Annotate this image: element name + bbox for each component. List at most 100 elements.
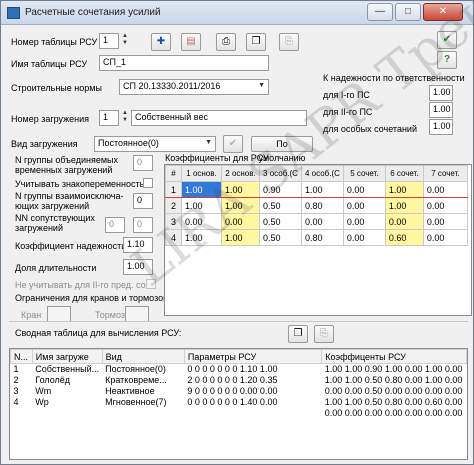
minimize-button[interactable]: — (367, 3, 393, 21)
coef-cell[interactable]: 0.00 (301, 213, 344, 230)
reliability-value-2[interactable]: 1.00 (429, 102, 453, 118)
summary-col-header[interactable]: N... (10, 349, 33, 364)
title-bar: Расчетные сочетания усилий — □ ✕ (1, 1, 473, 25)
summary-row[interactable]: 1 Собственный... Постоянное(0) 0 0 0 0 0… (11, 364, 467, 375)
coef-col-header[interactable]: 6 сочет. (384, 165, 424, 182)
nn-label: NN сопутствующих загружений (15, 213, 95, 233)
crane-group-label: Ограничения для кранов и тормозов (15, 293, 168, 303)
apply-check-icon[interactable]: ✔ (223, 135, 243, 153)
summary-col-header[interactable]: Вид (101, 349, 185, 364)
summary-cell-name: Wm (35, 386, 52, 396)
dialog-window: Расчетные сочетания усилий — □ ✕ Номер т… (0, 0, 474, 465)
duration-label: Доля длительности (15, 263, 97, 273)
coef-cell[interactable]: 0.00 (422, 229, 468, 246)
crane-field[interactable] (47, 306, 71, 322)
summary-cell-type (102, 408, 184, 419)
load-name-field[interactable]: Собственный вес (131, 110, 307, 126)
summary-row[interactable]: 2 Гололёд Кратковреме... 2 0 0 0 0 0 0 1… (11, 375, 467, 386)
summary-cell-params: 9 0 0 0 0 0 0 0.00 0.00 (187, 386, 278, 396)
summary-col-header[interactable]: Коэффиценты РСУ (321, 349, 467, 364)
crane-label: Кран (21, 310, 42, 320)
summary-cell-coefs: 0.00 0.00 0.00 0.00 0.00 0.00 0.00 (324, 408, 463, 418)
load-number-field[interactable]: 1 (99, 110, 119, 126)
summary-cell-n: 1 (13, 364, 19, 375)
n-groups-field[interactable]: 0 (133, 155, 153, 171)
coef-col-header[interactable]: 5 сочет. (342, 165, 386, 182)
load-type-label: Вид загружения (11, 139, 78, 149)
brake-field[interactable] (125, 306, 149, 322)
delete-icon[interactable]: ▤ (181, 33, 201, 51)
summary-cell-coefs: 1.00 1.00 0.50 0.80 0.00 1.00 0.00 (324, 375, 463, 385)
coef-cell[interactable]: 0.00 (342, 229, 386, 246)
summary-row[interactable]: 0.00 0.00 0.00 0.00 0.00 0.00 0.00 (11, 408, 467, 419)
coef-cell[interactable]: 0.00 (384, 213, 424, 230)
summary-col-header[interactable]: Имя загруже (31, 349, 103, 364)
copy-icon[interactable]: ❐ (246, 33, 266, 51)
summary-cell-name: Собственный... (35, 364, 100, 375)
summary-cell-params: 0 0 0 0 0 0 0 1.40 0.00 (187, 397, 278, 407)
app-icon (7, 7, 20, 19)
summary-cell-type: Кратковреме... (105, 375, 167, 385)
norms-select[interactable]: СП 20.13330.2011/2016 ▼ (119, 79, 269, 95)
coef-cell[interactable]: 0.50 (259, 229, 302, 246)
coef-cell[interactable]: 0.00 (422, 197, 468, 214)
coef-cell[interactable]: 0.80 (301, 197, 344, 214)
summary-cell-type: Постоянное(0) (105, 364, 166, 375)
summary-cell-n: 2 (13, 375, 19, 385)
coef-cell[interactable]: 1.00 (301, 181, 344, 198)
load-type-select[interactable]: Постоянное(0) ▼ (94, 136, 216, 152)
print-icon[interactable]: ⎙ (216, 33, 236, 51)
nn-field-1[interactable]: 0 (105, 217, 125, 233)
chevron-down-icon: ▼ (205, 139, 212, 146)
summary-header: N... Имя загруже Вид Параметры РСУ Коэфф… (10, 349, 467, 364)
divider (9, 321, 468, 322)
coef-cell[interactable]: 0.00 (342, 181, 386, 198)
coef-col-header[interactable]: 7 сочет. (422, 165, 468, 182)
coef-cell[interactable]: 0.80 (301, 229, 344, 246)
sign-label: Учитывать знакопеременность (15, 179, 145, 189)
sign-checkbox[interactable] (143, 178, 153, 188)
coef-cell[interactable]: 0.60 (384, 229, 424, 246)
summary-cell-name: Гололёд (35, 375, 71, 385)
summary-title: Сводная таблица для вычисления РСУ: (15, 328, 182, 338)
reliability-coef-label: Коэффициент надежности (15, 241, 127, 251)
summary-cell-type: Мгновенное(7) (105, 397, 167, 407)
table-number-field[interactable]: 1 (99, 33, 119, 49)
n-groups-label: N группы объединяемых временных загружен… (15, 155, 118, 175)
summary-table: N... Имя загруже Вид Параметры РСУ Коэфф… (9, 348, 468, 460)
table-name-label: Имя таблицы РСУ (11, 59, 88, 69)
summary-cell-coefs: 0.00 0.00 0.50 0.00 0.00 0.00 0.00 (324, 386, 463, 396)
paste-icon[interactable]: ⎘ (279, 33, 299, 51)
n-mutual-field[interactable]: 0 (133, 193, 153, 209)
summary-cell-name (32, 408, 102, 419)
summary-cell-n: 3 (13, 386, 19, 396)
summary-col-header[interactable]: Параметры РСУ (183, 349, 323, 364)
coef-cell[interactable]: 0.00 (422, 213, 468, 230)
reliability-value-1[interactable]: 1.00 (429, 85, 453, 101)
n-mutual-label: N группы взаимоисключа-ющих загружений (15, 191, 124, 211)
coef-cell[interactable]: 0.50 (259, 213, 302, 230)
coef-cell[interactable]: 1.00 (384, 181, 424, 198)
load-number-spinner[interactable]: ▲ ▼ (121, 110, 129, 126)
table-name-field[interactable]: СП_1 (99, 55, 269, 71)
reliability-value-3[interactable]: 1.00 (429, 119, 453, 135)
load-number-label: Номер загружения (11, 114, 90, 124)
table-number-spinner[interactable]: ▲ ▼ (121, 33, 129, 49)
load-type-value: Постоянное(0) (98, 138, 159, 148)
coef-cell[interactable]: 0.00 (342, 197, 386, 214)
coef-cell[interactable]: 0.00 (422, 181, 468, 198)
summary-cell-type: Неактивное (105, 386, 155, 396)
brake-label: Тормоз (95, 310, 126, 320)
paste-table-icon[interactable]: ⎘ (314, 325, 334, 343)
summary-row[interactable]: 4 Wp Мгновенное(7) 0 0 0 0 0 0 0 1.40 0.… (11, 397, 467, 408)
coef-cell[interactable]: 1.00 (384, 197, 424, 214)
copy-table-icon[interactable]: ❐ (288, 325, 308, 343)
coef-cell[interactable]: 0.00 (342, 213, 386, 230)
add-icon[interactable]: ✚ (151, 33, 171, 51)
summary-cell-n (11, 408, 33, 419)
summary-cell-coefs: 1.00 1.00 0.90 1.00 0.00 1.00 0.00 (324, 364, 463, 375)
summary-row[interactable]: 3 Wm Неактивное 9 0 0 0 0 0 0 0.00 0.00 … (11, 386, 467, 397)
summary-cell-coefs: 1.00 1.00 0.50 0.80 0.00 0.60 0.00 (324, 397, 463, 407)
summary-cell-n: 4 (13, 397, 19, 407)
summary-cell-params: 2 0 0 0 0 0 0 1.20 0.35 (187, 375, 278, 385)
